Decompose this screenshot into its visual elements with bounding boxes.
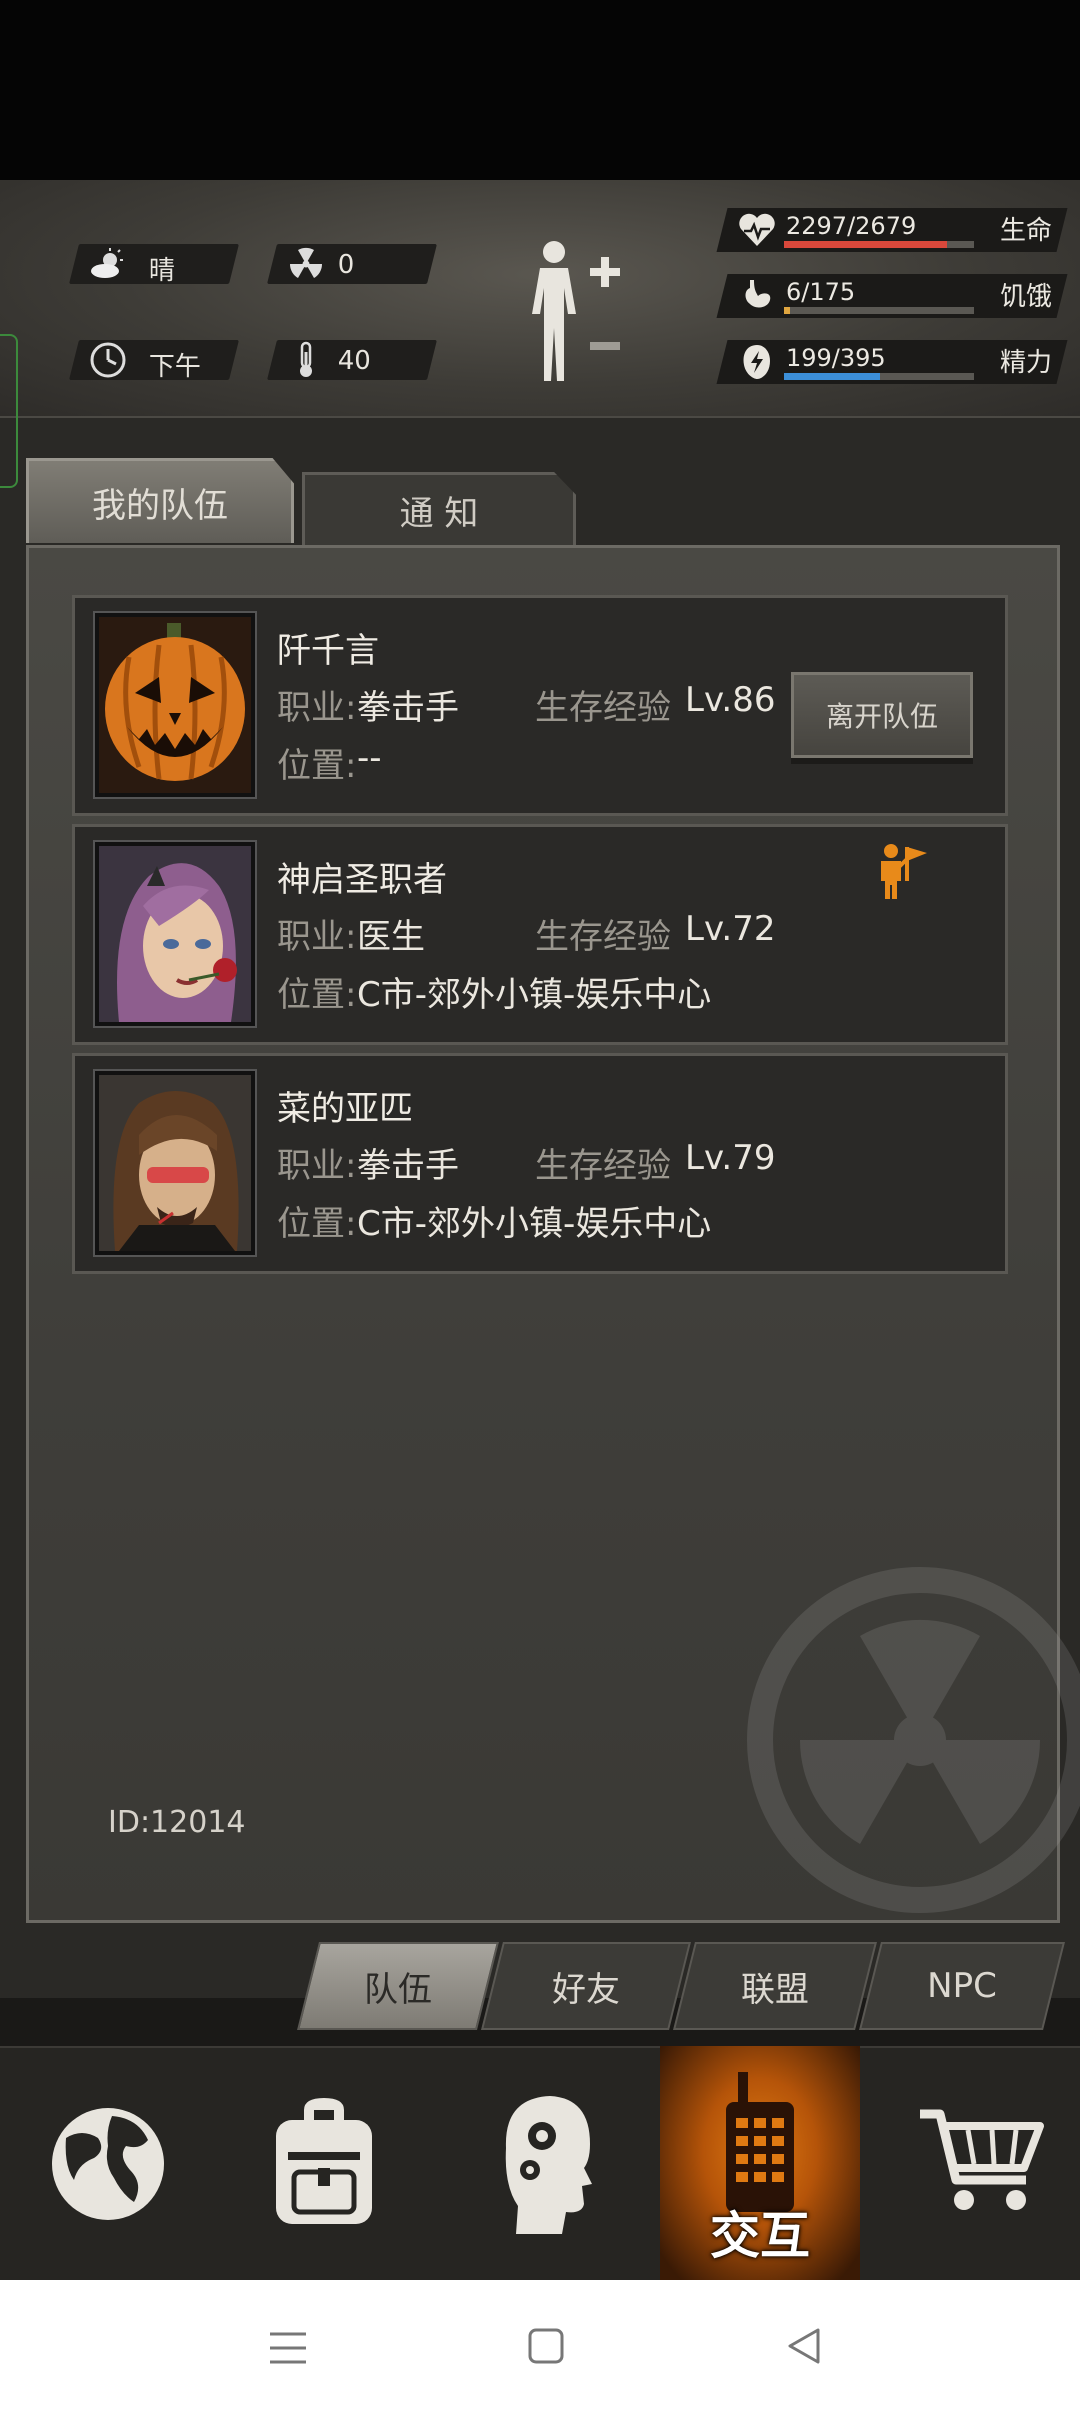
side-handle[interactable]: [0, 334, 18, 488]
time-pill: 下午: [69, 340, 239, 382]
energy-fill: [784, 373, 880, 380]
radiation-value: 0: [337, 250, 355, 280]
subtab-friends-label: 好友: [552, 1969, 620, 2010]
subtab-team[interactable]: 队伍: [297, 1942, 499, 2030]
status-header: 晴 0 下午 40 2297/2679 生命 6/175 饥饿 199/395 …: [0, 180, 1080, 416]
energy-value: 199/395: [786, 344, 886, 372]
time-text: 下午: [148, 352, 201, 382]
member-name: 菜的亚匹: [277, 1089, 413, 1129]
job-label: 职业:: [277, 1146, 357, 1186]
health-fill: [784, 241, 947, 248]
member-job: 拳击手: [357, 1146, 459, 1186]
menu-icon[interactable]: [268, 2328, 308, 2368]
job-label: 职业:: [277, 917, 357, 957]
weather-pill: 晴: [69, 244, 239, 286]
member-location: C市-郊外小镇-娱乐中心: [357, 975, 712, 1015]
nav-skills[interactable]: [436, 2046, 648, 2280]
energy-label: 精力: [1000, 348, 1053, 378]
member-level: Lv.86: [685, 680, 776, 720]
member-name: 阡千言: [277, 631, 379, 671]
member-level: Lv.72: [685, 909, 776, 949]
member-name: 神启圣职者: [277, 860, 447, 900]
radiation-icon: [286, 244, 326, 284]
health-label: 生命: [1000, 216, 1053, 246]
subtab-team-label: 队伍: [364, 1969, 432, 2010]
exp-label: 生存经验: [535, 917, 671, 957]
exp-label: 生存经验: [535, 1146, 671, 1186]
stomach-icon: [740, 278, 774, 318]
cart-icon: [920, 2109, 1044, 2210]
location-label: 位置:: [277, 975, 357, 1015]
radiation-watermark-icon: [747, 1567, 1080, 1913]
nav-interact-label: 交互: [710, 2207, 810, 2265]
sun-cloud-icon: [88, 244, 128, 284]
member-job: 拳击手: [357, 688, 459, 728]
member-card[interactable]: 菜的亚匹 职业: 拳击手 生存经验 Lv.79 位置: C市-郊外小镇-娱乐中心: [72, 1053, 1008, 1274]
energy-icon: [740, 343, 774, 385]
globe-icon: [52, 2108, 164, 2220]
exp-label: 生存经验: [535, 688, 671, 728]
member-location: C市-郊外小镇-娱乐中心: [357, 1204, 712, 1244]
subtab-alliance-label: 联盟: [741, 1969, 809, 2010]
health-value: 2297/2679: [786, 212, 917, 240]
hunger-track: [784, 307, 974, 314]
location-label: 位置:: [277, 746, 357, 786]
top-bar: [0, 0, 1080, 180]
system-nav-bar: [0, 2280, 1080, 2412]
nav-interact[interactable]: 交互: [660, 2046, 860, 2280]
avatar: [95, 613, 255, 797]
health-track: [784, 241, 974, 248]
location-label: 位置:: [277, 1204, 357, 1244]
heart-icon: [738, 212, 776, 252]
body-icon[interactable]: [520, 236, 630, 386]
nav-shop[interactable]: [868, 2046, 1080, 2280]
clock-icon: [88, 340, 128, 380]
temperature-pill: 40: [267, 340, 437, 380]
tab-notice[interactable]: 通 知: [302, 472, 576, 548]
weather-text: 晴: [148, 256, 175, 286]
nav-backpack[interactable]: [218, 2046, 430, 2280]
member-card[interactable]: 神启圣职者 职业: 医生 生存经验 Lv.72 位置: C市-郊外小镇-娱乐中心: [72, 824, 1008, 1045]
temperature-value: 40: [337, 346, 371, 376]
player-id: ID:12014: [108, 1805, 246, 1840]
hunger-label: 饥饿: [1000, 282, 1053, 312]
member-level: Lv.79: [685, 1138, 776, 1178]
nav-world[interactable]: [0, 2046, 212, 2280]
hunger-fill: [784, 307, 791, 314]
subtab-friends[interactable]: 好友: [481, 1942, 691, 2030]
home-icon[interactable]: [526, 2326, 566, 2366]
leader-flag-icon: [875, 841, 931, 901]
back-icon[interactable]: [784, 2326, 824, 2366]
hunger-value: 6/175: [786, 278, 856, 306]
subtab-npc-label: NPC: [927, 1966, 997, 2006]
job-label: 职业:: [277, 688, 357, 728]
avatar: [95, 842, 255, 1026]
member-location: --: [357, 738, 382, 778]
thermometer-icon: [286, 340, 326, 380]
member-job: 医生: [357, 917, 425, 957]
head-gear-icon: [505, 2096, 592, 2234]
energy-track: [784, 373, 974, 380]
avatar: [95, 1071, 255, 1255]
subtab-alliance[interactable]: 联盟: [673, 1942, 877, 2030]
leave-team-button[interactable]: 离开队伍: [791, 672, 973, 758]
backpack-icon: [276, 2098, 372, 2224]
tab-my-team[interactable]: 我的队伍: [26, 458, 294, 543]
subtab-npc[interactable]: NPC: [859, 1942, 1065, 2030]
radiation-pill: 0: [267, 244, 437, 284]
member-card[interactable]: 阡千言 职业: 拳击手 生存经验 Lv.86 位置: -- 离开队伍: [72, 595, 1008, 816]
